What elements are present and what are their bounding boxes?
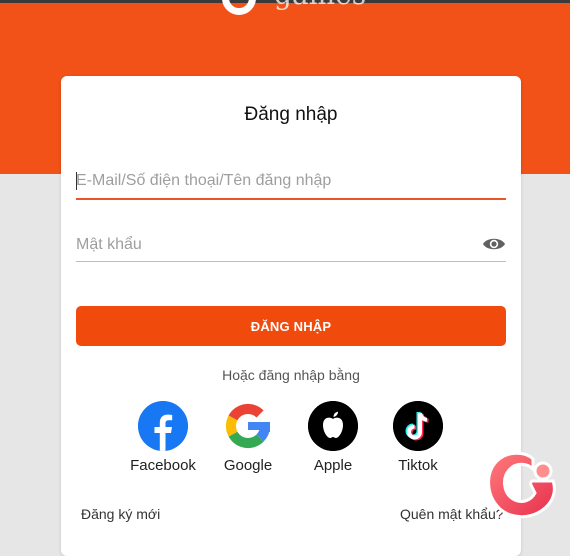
logo-text: games <box>274 0 366 9</box>
google-icon <box>223 401 273 451</box>
email-field-wrapper <box>76 170 506 200</box>
login-button[interactable]: ĐĂNG NHẬP <box>76 306 506 346</box>
brand-logo[interactable]: games <box>222 0 366 21</box>
google-login-button[interactable]: Google <box>208 401 288 474</box>
apple-login-button[interactable]: Apple <box>293 401 373 474</box>
apple-icon <box>308 401 358 451</box>
text-caret <box>76 172 77 190</box>
facebook-icon <box>138 401 188 451</box>
password-field[interactable] <box>76 234 466 256</box>
or-login-with-text: Hoặc đăng nhập bằng <box>222 367 360 383</box>
register-link[interactable]: Đăng ký mới <box>81 506 160 522</box>
eye-icon[interactable] <box>482 236 506 252</box>
email-field[interactable] <box>76 170 506 192</box>
tiktok-label: Tiktok <box>398 457 438 474</box>
password-field-wrapper <box>76 234 506 262</box>
tiktok-login-button[interactable]: Tiktok <box>378 401 458 474</box>
logo-icon <box>222 0 256 15</box>
facebook-login-button[interactable]: Facebook <box>123 401 203 474</box>
page-title: Đăng nhập <box>244 104 338 125</box>
apple-label: Apple <box>313 457 353 474</box>
floating-brand-badge-icon[interactable] <box>481 447 559 525</box>
google-label: Google <box>223 457 273 474</box>
tiktok-icon <box>393 401 443 451</box>
facebook-label: Facebook <box>130 457 196 474</box>
